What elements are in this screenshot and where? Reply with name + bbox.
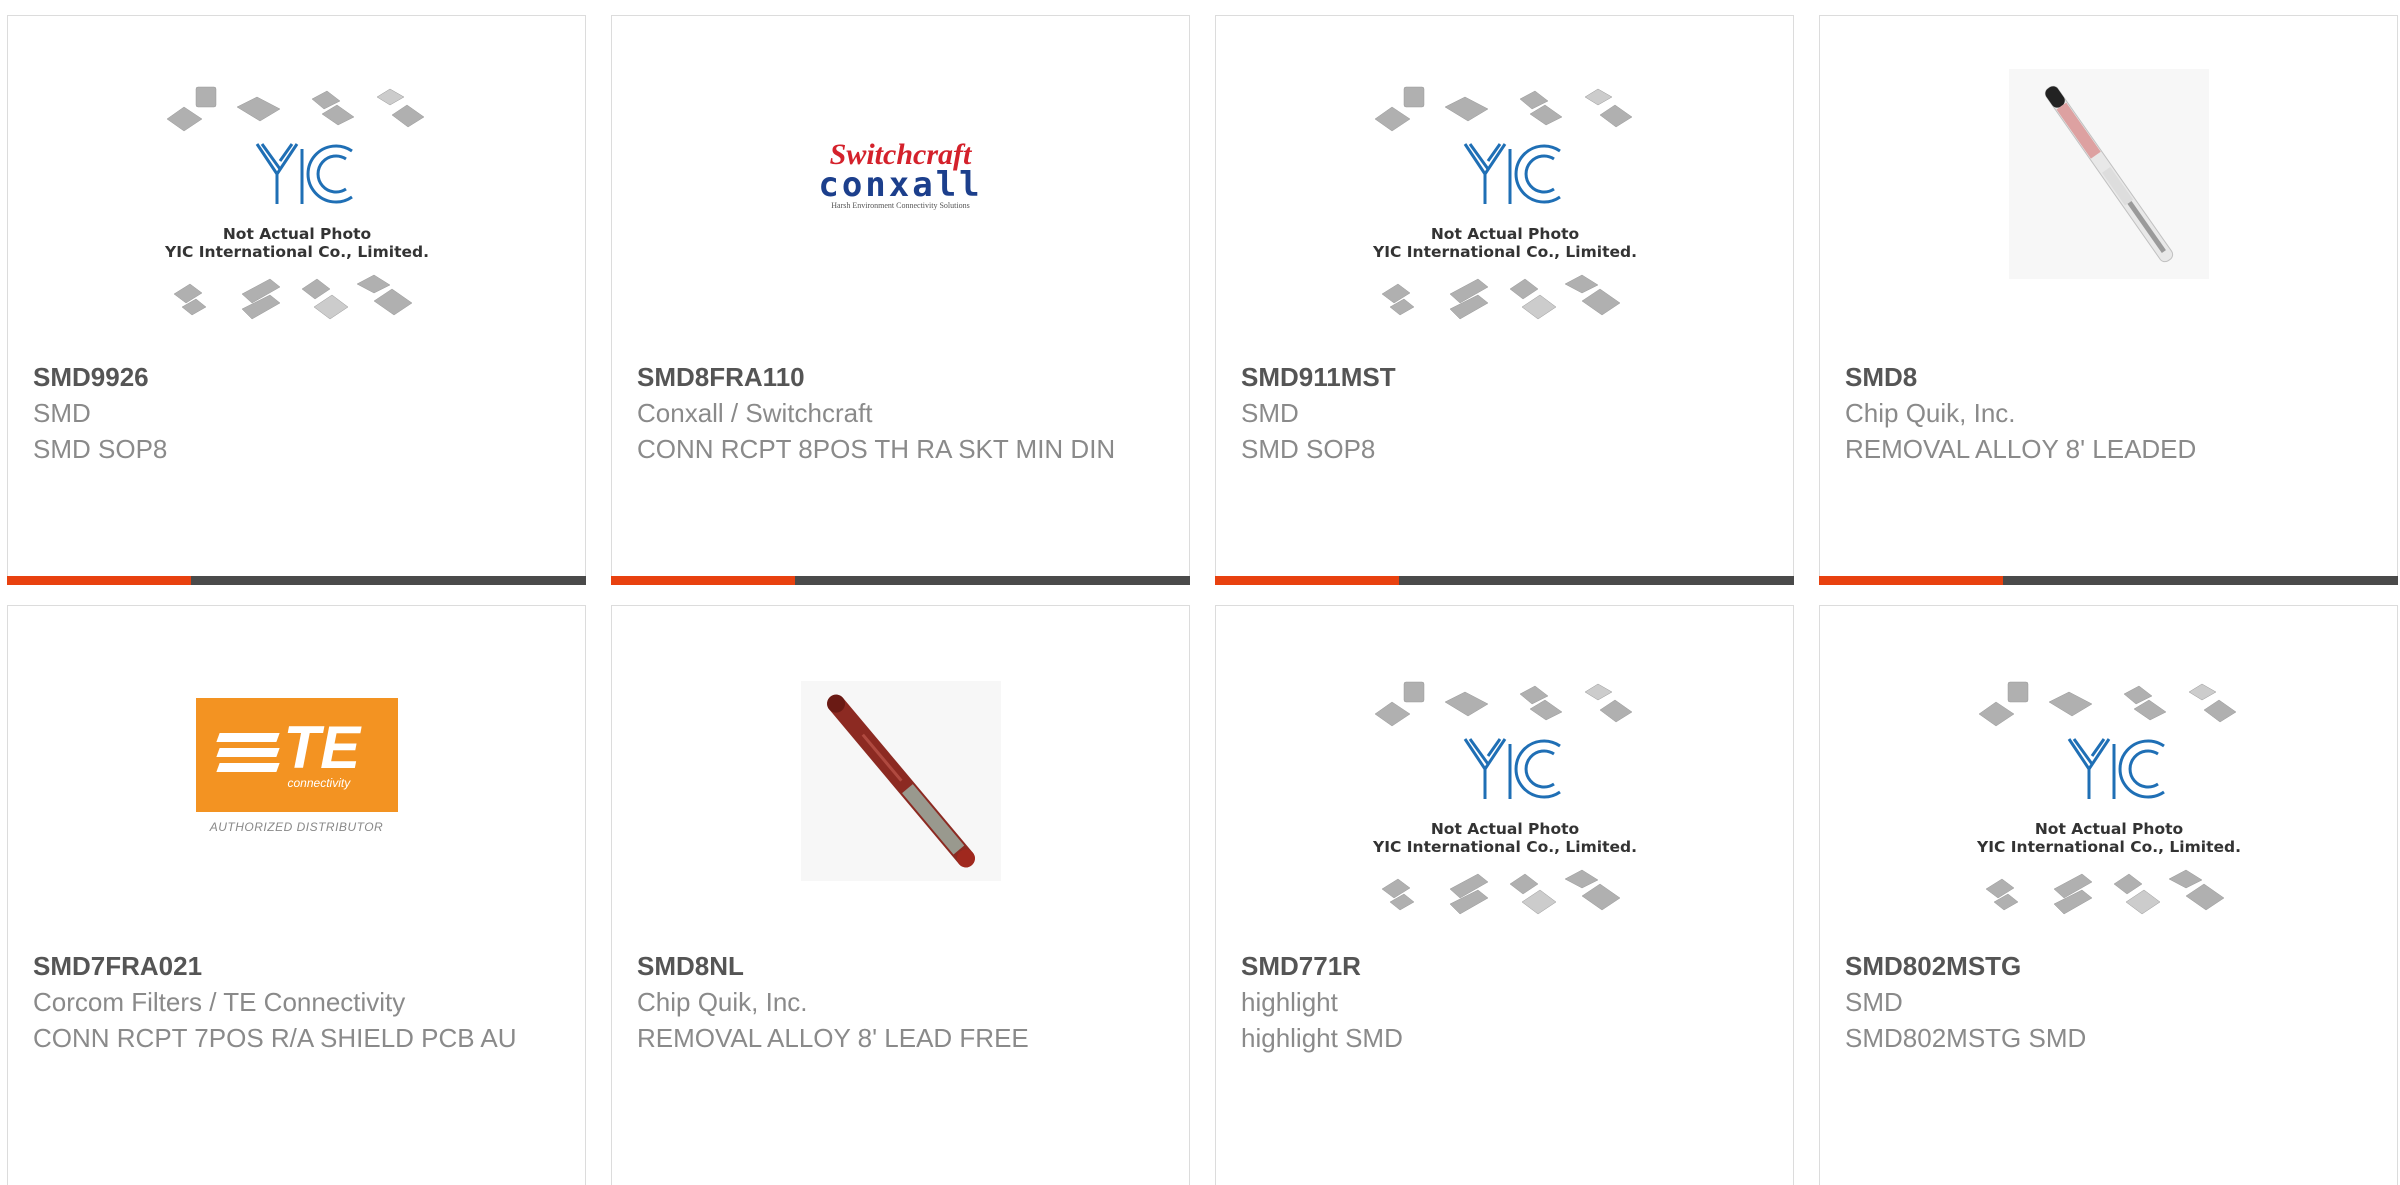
product-card[interactable]: TE connectivity AUTHORIZED DISTRIBUTOR S… xyxy=(7,605,586,1185)
card-accent-bar xyxy=(611,576,1190,585)
switchcraft-conxall-logo: Switchcraft conxall Harsh Environment Co… xyxy=(818,140,982,212)
part-number[interactable]: SMD771R xyxy=(1241,948,1768,984)
product-image[interactable]: Not Actual Photo YIC International Co., … xyxy=(1820,661,2397,951)
description: highlight SMD xyxy=(1241,1023,1403,1053)
manufacturer: highlight xyxy=(1241,987,1338,1017)
accent-segment xyxy=(1819,576,2003,585)
product-image[interactable]: TE connectivity AUTHORIZED DISTRIBUTOR xyxy=(8,661,585,951)
product-card[interactable]: Switchcraft conxall Harsh Environment Co… xyxy=(611,15,1190,585)
placeholder-line2: YIC International Co., Limited. xyxy=(1372,838,1637,856)
product-image[interactable]: Switchcraft conxall Harsh Environment Co… xyxy=(612,36,1189,371)
product-card[interactable]: Not Actual Photo YIC International Co., … xyxy=(1215,15,1794,585)
manufacturer: Corcom Filters / TE Connectivity xyxy=(33,987,406,1017)
description: REMOVAL ALLOY 8' LEAD FREE xyxy=(637,1023,1029,1053)
product-card[interactable]: Not Actual Photo YIC International Co., … xyxy=(1215,605,1794,1185)
product-card[interactable]: SMD8NL Chip Quik, Inc. REMOVAL ALLOY 8' … xyxy=(611,605,1190,1185)
placeholder-line1: Not Actual Photo xyxy=(2034,820,2182,838)
product-image[interactable] xyxy=(1820,36,2397,371)
part-number[interactable]: SMD911MST xyxy=(1241,359,1768,395)
conxall-logo-text: conxall xyxy=(818,165,983,205)
placeholder-line1: Not Actual Photo xyxy=(1430,225,1578,243)
product-image[interactable]: Not Actual Photo YIC International Co., … xyxy=(1216,661,1793,951)
part-number[interactable]: SMD8FRA110 xyxy=(637,359,1164,395)
part-number[interactable]: SMD8 xyxy=(1845,359,2372,395)
manufacturer: Conxall / Switchcraft xyxy=(637,398,873,428)
manufacturer: Chip Quik, Inc. xyxy=(637,987,808,1017)
description: CONN RCPT 8POS TH RA SKT MIN DIN xyxy=(637,434,1116,464)
placeholder-line2: YIC International Co., Limited. xyxy=(1372,243,1637,261)
logo-tagline: Harsh Environment Connectivity Solutions xyxy=(831,201,970,210)
part-number[interactable]: SMD7FRA021 xyxy=(33,948,560,984)
alloy-tube-photo xyxy=(2008,68,2209,279)
placeholder-line2: YIC International Co., Limited. xyxy=(164,243,429,261)
placeholder-line1: Not Actual Photo xyxy=(222,225,370,243)
accent-segment xyxy=(7,576,191,585)
product-card[interactable]: Not Actual Photo YIC International Co., … xyxy=(1819,605,2398,1185)
description: SMD SOP8 xyxy=(33,434,168,464)
manufacturer: SMD xyxy=(1845,987,1903,1017)
yic-placeholder-image: Not Actual Photo YIC International Co., … xyxy=(1976,681,2241,914)
placeholder-line1: Not Actual Photo xyxy=(1430,820,1578,838)
te-logo-sub: connectivity xyxy=(287,776,351,790)
description: CONN RCPT 7POS R/A SHIELD PCB AU xyxy=(33,1023,517,1053)
description: REMOVAL ALLOY 8' LEADED xyxy=(1845,434,2197,464)
manufacturer: SMD xyxy=(1241,398,1299,428)
product-card[interactable]: SMD8 Chip Quik, Inc. REMOVAL ALLOY 8' LE… xyxy=(1819,15,2398,585)
card-accent-bar xyxy=(1215,576,1794,585)
card-accent-bar xyxy=(1819,576,2398,585)
product-image[interactable] xyxy=(612,661,1189,951)
part-number[interactable]: SMD8NL xyxy=(637,948,1164,984)
manufacturer: SMD xyxy=(33,398,91,428)
product-card[interactable]: Not Actual Photo YIC International Co., … xyxy=(7,15,586,585)
product-image[interactable]: Not Actual Photo YIC International Co., … xyxy=(1216,36,1793,371)
te-logo-text: TE xyxy=(283,714,361,781)
yic-placeholder-image: Not Actual Photo YIC International Co., … xyxy=(1372,86,1637,319)
description: SMD802MSTG SMD xyxy=(1845,1023,2087,1053)
description: SMD SOP8 xyxy=(1241,434,1376,464)
product-image[interactable]: Not Actual Photo YIC International Co., … xyxy=(8,36,585,371)
part-number[interactable]: SMD802MSTG xyxy=(1845,948,2372,984)
yic-placeholder-image: Not Actual Photo YIC International Co., … xyxy=(164,86,429,319)
accent-segment xyxy=(1215,576,1399,585)
alloy-tube-photo xyxy=(800,681,1001,881)
card-accent-bar xyxy=(7,576,586,585)
yic-placeholder-image: Not Actual Photo YIC International Co., … xyxy=(1372,681,1637,914)
placeholder-line2: YIC International Co., Limited. xyxy=(1976,838,2241,856)
te-connectivity-logo: TE connectivity AUTHORIZED DISTRIBUTOR xyxy=(195,698,398,834)
manufacturer: Chip Quik, Inc. xyxy=(1845,398,2016,428)
authorized-distributor-label: AUTHORIZED DISTRIBUTOR xyxy=(209,820,384,834)
part-number[interactable]: SMD9926 xyxy=(33,359,560,395)
accent-segment xyxy=(611,576,795,585)
